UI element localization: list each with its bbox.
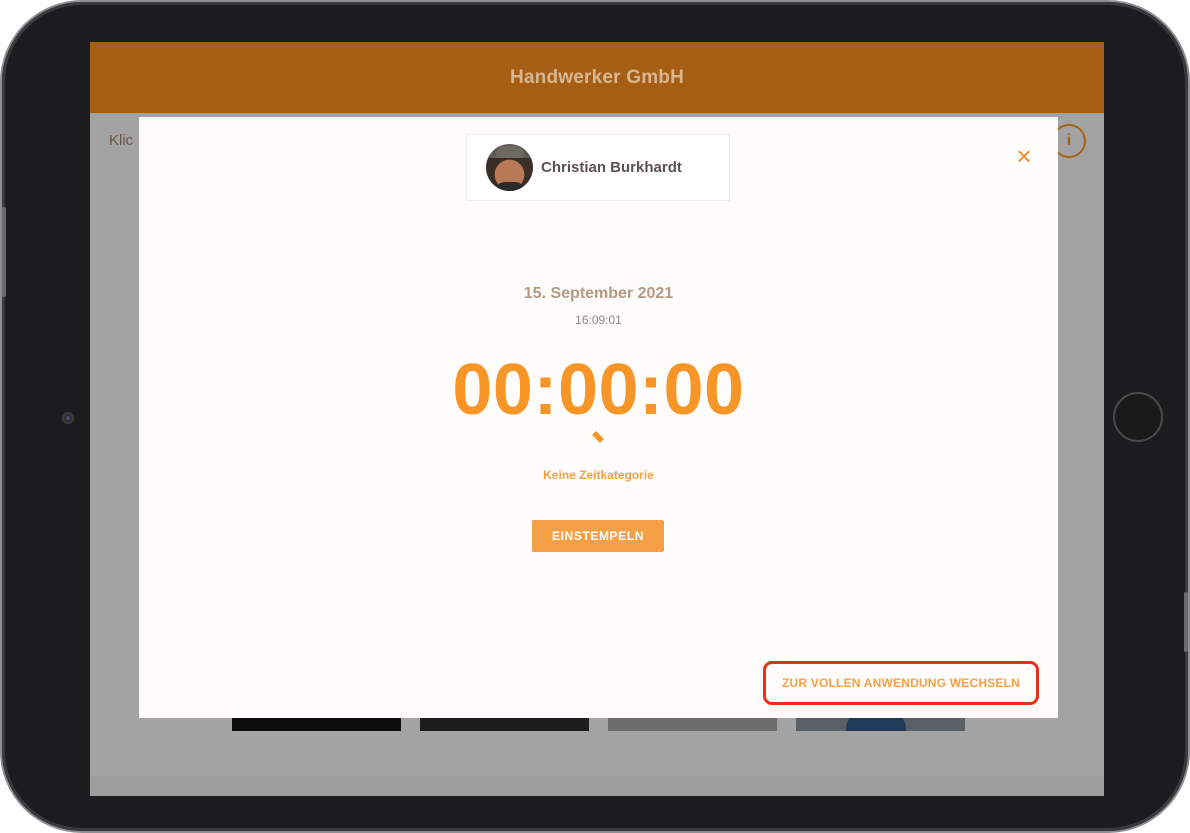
volume-button	[2, 207, 6, 297]
time-tracking-modal: × Christian Burkhardt 15. September 2021…	[139, 117, 1058, 718]
time-category-link[interactable]: Keine Zeitkategorie	[139, 468, 1058, 482]
screen: Handwerker GmbH Klic i × Christian Burkh…	[90, 42, 1104, 796]
front-camera	[62, 412, 74, 424]
app-header: Handwerker GmbH	[90, 42, 1104, 113]
bottom-bar	[90, 776, 1104, 796]
timer-display: 00:00:00	[452, 350, 745, 430]
employee-chip: Christian Burkhardt	[466, 134, 730, 201]
info-icon: i	[1066, 132, 1072, 149]
avatar	[486, 144, 533, 191]
current-date: 15. September 2021	[523, 285, 674, 302]
clock-in-button[interactable]: EINSTEMPELN	[532, 520, 664, 552]
hint-text: Klic	[109, 132, 134, 149]
home-button[interactable]	[1113, 392, 1163, 442]
power-button	[1184, 592, 1188, 652]
ipad-frame: Handwerker GmbH Klic i × Christian Burkh…	[2, 2, 1188, 831]
switch-to-full-app-link[interactable]: ZUR VOLLEN ANWENDUNG WECHSELN	[763, 661, 1039, 705]
close-icon[interactable]: ×	[1013, 143, 1035, 169]
employee-name: Christian Burkhardt	[541, 159, 682, 176]
app-title: Handwerker GmbH	[509, 66, 685, 88]
tag-icon	[592, 431, 604, 443]
current-time: 16:09:01	[575, 313, 622, 327]
